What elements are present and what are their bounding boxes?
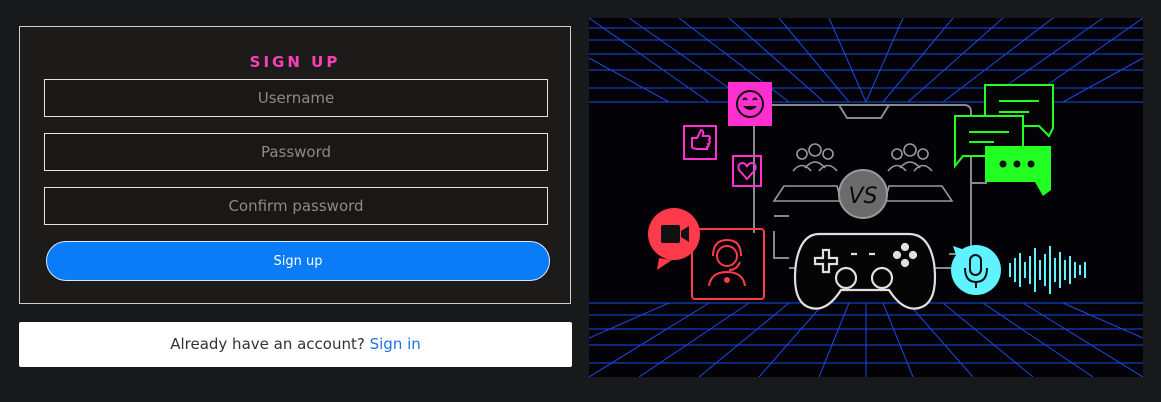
smile-icon [728,82,772,126]
signup-panel: SIGN UP Sign up [19,26,571,304]
signin-prompt-box: Already have an account? Sign in [19,322,572,367]
vs-badge: VS [838,169,888,219]
signin-prompt-text: Already have an account? [170,335,365,353]
hero-illustration: VS [588,17,1144,378]
vs-text: VS [848,184,877,209]
password-input[interactable] [44,133,548,171]
confirm-password-input[interactable] [44,187,548,225]
signup-title: SIGN UP [249,53,341,71]
username-input[interactable] [44,79,548,117]
microphone-icon [951,245,1001,295]
signup-button[interactable]: Sign up [46,241,550,281]
signin-link[interactable]: Sign in [370,335,421,353]
